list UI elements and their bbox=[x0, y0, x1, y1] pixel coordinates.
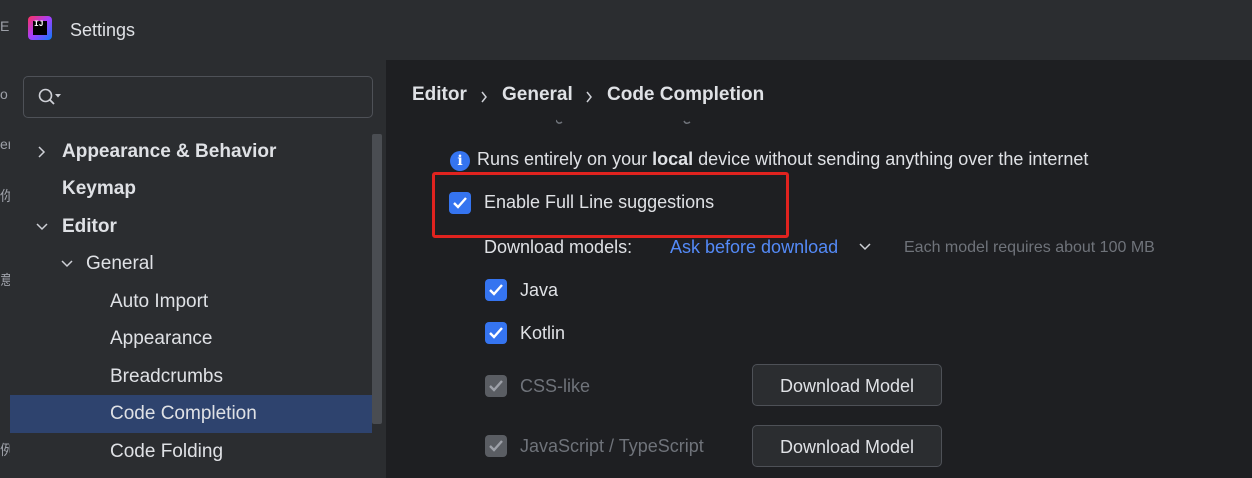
window-title: Settings bbox=[70, 20, 136, 40]
checkmark-icon bbox=[489, 380, 503, 392]
kotlin-label[interactable]: Kotlin bbox=[520, 323, 565, 344]
sidebar-item-code-folding[interactable]: Code Folding bbox=[10, 433, 372, 471]
download-size-hint: Each model requires about 100 MB bbox=[904, 239, 1155, 256]
css-like-label: CSS-like bbox=[520, 376, 591, 396]
breadcrumb-general[interactable]: General bbox=[502, 84, 573, 106]
sidebar-item-label: Code Folding bbox=[110, 441, 224, 462]
chevron-down-icon[interactable] bbox=[60, 257, 74, 271]
annotation-highlight-box bbox=[432, 172, 789, 238]
sidebar-item-appearance[interactable]: Appearance bbox=[10, 320, 372, 358]
checkmark-icon bbox=[489, 440, 503, 452]
chevron-down-icon[interactable] bbox=[35, 220, 49, 234]
scrolled-off-row bbox=[556, 119, 691, 125]
edge-char: o bbox=[0, 86, 8, 102]
download-models-dropdown[interactable]: Ask before download bbox=[670, 237, 838, 258]
sidebar-item-appearance-behavior[interactable]: Appearance & Behavior bbox=[10, 133, 372, 171]
download-model-button-js[interactable]: Download Model bbox=[752, 425, 942, 467]
sidebar-item-keymap[interactable]: Keymap bbox=[10, 170, 372, 208]
title-bar: IJ Settings bbox=[10, 0, 1252, 60]
settings-search[interactable] bbox=[23, 76, 373, 118]
sidebar-item-label: General bbox=[86, 253, 154, 274]
intellij-logo-icon: IJ bbox=[28, 16, 52, 40]
chevron-down-icon[interactable] bbox=[858, 241, 872, 253]
checkmark-icon bbox=[489, 327, 503, 339]
chevron-right-icon[interactable] bbox=[35, 145, 49, 159]
settings-content: Editor General Code Completion i Runs en… bbox=[386, 60, 1252, 478]
chevron-right-icon bbox=[481, 91, 487, 103]
download-model-button-css[interactable]: Download Model bbox=[752, 364, 942, 406]
search-icon bbox=[38, 88, 61, 105]
sidebar-item-label: Keymap bbox=[62, 178, 136, 199]
sidebar-item-label: Editor bbox=[62, 216, 117, 237]
sidebar-item-editor[interactable]: Editor bbox=[10, 208, 372, 246]
sidebar-item-label: Auto Import bbox=[110, 291, 209, 312]
sidebar-item-general[interactable]: General bbox=[10, 245, 372, 283]
settings-sidebar: Appearance & Behavior Keymap Editor Gene… bbox=[10, 60, 387, 478]
breadcrumb-editor[interactable]: Editor bbox=[412, 84, 467, 106]
java-checkbox[interactable] bbox=[485, 279, 507, 301]
sidebar-item-label: Code Completion bbox=[110, 403, 257, 424]
javascript-typescript-checkbox bbox=[485, 435, 507, 457]
info-text: Runs entirely on your local device witho… bbox=[477, 149, 1089, 169]
css-like-checkbox bbox=[485, 375, 507, 397]
sidebar-item-label: Breadcrumbs bbox=[110, 366, 223, 387]
java-label[interactable]: Java bbox=[520, 280, 558, 301]
sidebar-item-label: Appearance bbox=[110, 328, 213, 349]
chevron-right-icon bbox=[586, 91, 592, 103]
sidebar-item-breadcrumbs[interactable]: Breadcrumbs bbox=[10, 358, 372, 396]
edge-char: E bbox=[0, 18, 10, 34]
breadcrumb-code-completion: Code Completion bbox=[607, 84, 765, 105]
info-icon: i bbox=[450, 151, 470, 171]
javascript-typescript-label: JavaScript / TypeScript bbox=[520, 436, 704, 456]
sidebar-item-auto-import[interactable]: Auto Import bbox=[10, 283, 372, 321]
kotlin-checkbox[interactable] bbox=[485, 322, 507, 344]
download-models-label: Download models: bbox=[484, 237, 633, 257]
sidebar-scrollbar[interactable] bbox=[372, 134, 382, 424]
sidebar-item-code-completion[interactable]: Code Completion bbox=[10, 395, 372, 433]
sidebar-item-label: Appearance & Behavior bbox=[62, 141, 277, 162]
search-input[interactable] bbox=[68, 85, 362, 111]
checkmark-icon bbox=[489, 284, 503, 296]
